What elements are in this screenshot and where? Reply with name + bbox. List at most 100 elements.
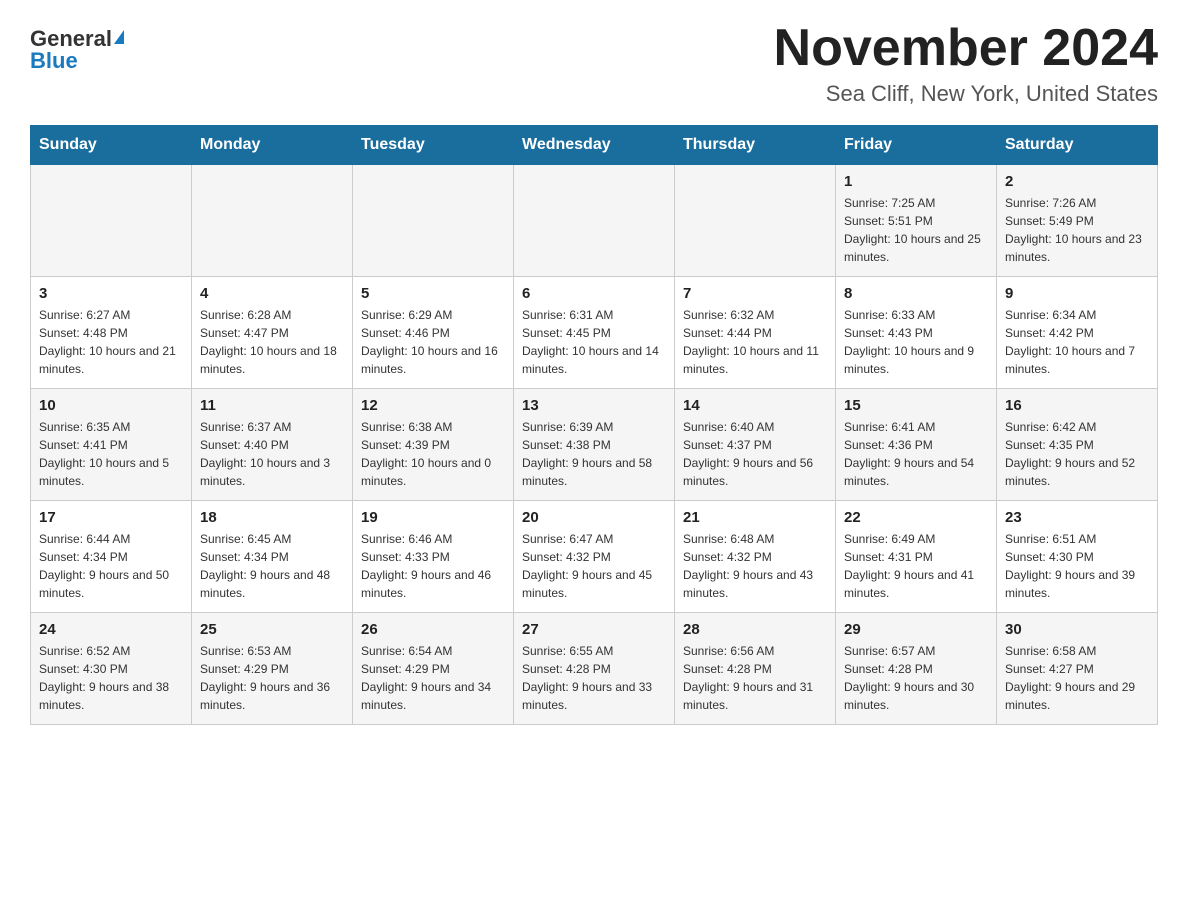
day-info: Sunrise: 6:58 AM Sunset: 4:27 PM Dayligh… xyxy=(1005,642,1149,714)
calendar-cell: 2 Sunrise: 7:26 AM Sunset: 5:49 PM Daylig… xyxy=(997,165,1158,277)
day-number: 12 xyxy=(361,397,505,414)
day-number: 18 xyxy=(200,509,344,526)
day-number: 14 xyxy=(683,397,827,414)
day-number: 2 xyxy=(1005,173,1149,190)
calendar-cell: 6 Sunrise: 6:31 AM Sunset: 4:45 PM Daylig… xyxy=(514,277,675,389)
day-number: 5 xyxy=(361,285,505,302)
day-info: Sunrise: 6:47 AM Sunset: 4:32 PM Dayligh… xyxy=(522,530,666,602)
location-text: Sea Cliff, New York, United States xyxy=(774,81,1158,107)
day-number: 19 xyxy=(361,509,505,526)
day-info: Sunrise: 6:48 AM Sunset: 4:32 PM Dayligh… xyxy=(683,530,827,602)
day-info: Sunrise: 6:57 AM Sunset: 4:28 PM Dayligh… xyxy=(844,642,988,714)
day-number: 24 xyxy=(39,621,183,638)
calendar-cell: 9 Sunrise: 6:34 AM Sunset: 4:42 PM Daylig… xyxy=(997,277,1158,389)
calendar-cell: 27 Sunrise: 6:55 AM Sunset: 4:28 PM Dayli… xyxy=(514,613,675,725)
calendar-cell: 3 Sunrise: 6:27 AM Sunset: 4:48 PM Daylig… xyxy=(31,277,192,389)
calendar-cell: 21 Sunrise: 6:48 AM Sunset: 4:32 PM Dayli… xyxy=(675,501,836,613)
calendar-cell: 30 Sunrise: 6:58 AM Sunset: 4:27 PM Dayli… xyxy=(997,613,1158,725)
day-number: 22 xyxy=(844,509,988,526)
day-info: Sunrise: 6:41 AM Sunset: 4:36 PM Dayligh… xyxy=(844,418,988,490)
day-number: 25 xyxy=(200,621,344,638)
day-number: 23 xyxy=(1005,509,1149,526)
calendar-cell: 18 Sunrise: 6:45 AM Sunset: 4:34 PM Dayli… xyxy=(192,501,353,613)
day-number: 26 xyxy=(361,621,505,638)
logo-arrow-icon xyxy=(114,30,124,44)
calendar-cell xyxy=(675,165,836,277)
day-number: 7 xyxy=(683,285,827,302)
calendar-cell: 22 Sunrise: 6:49 AM Sunset: 4:31 PM Dayli… xyxy=(836,501,997,613)
weekday-header-saturday: Saturday xyxy=(997,126,1158,165)
calendar-week-row: 17Sunrise: 6:44 AM Sunset: 4:34 PM Dayli… xyxy=(31,501,1158,613)
weekday-header-monday: Monday xyxy=(192,126,353,165)
logo-blue-text: Blue xyxy=(30,50,78,72)
calendar-cell: 13Sunrise: 6:39 AM Sunset: 4:38 PM Dayli… xyxy=(514,389,675,501)
weekday-header-wednesday: Wednesday xyxy=(514,126,675,165)
day-info: Sunrise: 6:31 AM Sunset: 4:45 PM Dayligh… xyxy=(522,306,666,378)
day-number: 1 xyxy=(844,173,988,190)
day-info: Sunrise: 6:39 AM Sunset: 4:38 PM Dayligh… xyxy=(522,418,666,490)
day-number: 27 xyxy=(522,621,666,638)
day-info: Sunrise: 6:55 AM Sunset: 4:28 PM Dayligh… xyxy=(522,642,666,714)
calendar-cell: 16 Sunrise: 6:42 AM Sunset: 4:35 PM Dayli… xyxy=(997,389,1158,501)
calendar-cell: 8Sunrise: 6:33 AM Sunset: 4:43 PM Daylig… xyxy=(836,277,997,389)
calendar-cell: 17Sunrise: 6:44 AM Sunset: 4:34 PM Dayli… xyxy=(31,501,192,613)
calendar-cell: 1 Sunrise: 7:25 AM Sunset: 5:51 PM Daylig… xyxy=(836,165,997,277)
day-number: 16 xyxy=(1005,397,1149,414)
weekday-header-tuesday: Tuesday xyxy=(353,126,514,165)
weekday-header-sunday: Sunday xyxy=(31,126,192,165)
day-number: 21 xyxy=(683,509,827,526)
calendar-week-row: 1 Sunrise: 7:25 AM Sunset: 5:51 PM Daylig… xyxy=(31,165,1158,277)
calendar-cell: 19 Sunrise: 6:46 AM Sunset: 4:33 PM Dayli… xyxy=(353,501,514,613)
day-info: Sunrise: 6:46 AM Sunset: 4:33 PM Dayligh… xyxy=(361,530,505,602)
calendar-cell: 7 Sunrise: 6:32 AM Sunset: 4:44 PM Daylig… xyxy=(675,277,836,389)
calendar-cell xyxy=(31,165,192,277)
day-info: Sunrise: 6:37 AM Sunset: 4:40 PM Dayligh… xyxy=(200,418,344,490)
day-info: Sunrise: 6:56 AM Sunset: 4:28 PM Dayligh… xyxy=(683,642,827,714)
calendar-cell: 25Sunrise: 6:53 AM Sunset: 4:29 PM Dayli… xyxy=(192,613,353,725)
calendar-week-row: 24 Sunrise: 6:52 AM Sunset: 4:30 PM Dayli… xyxy=(31,613,1158,725)
calendar-cell: 11 Sunrise: 6:37 AM Sunset: 4:40 PM Dayli… xyxy=(192,389,353,501)
day-number: 9 xyxy=(1005,285,1149,302)
day-info: Sunrise: 6:52 AM Sunset: 4:30 PM Dayligh… xyxy=(39,642,183,714)
day-info: Sunrise: 7:26 AM Sunset: 5:49 PM Dayligh… xyxy=(1005,194,1149,266)
day-number: 6 xyxy=(522,285,666,302)
calendar-cell: 12Sunrise: 6:38 AM Sunset: 4:39 PM Dayli… xyxy=(353,389,514,501)
day-number: 11 xyxy=(200,397,344,414)
day-number: 20 xyxy=(522,509,666,526)
day-number: 30 xyxy=(1005,621,1149,638)
weekday-header-thursday: Thursday xyxy=(675,126,836,165)
day-number: 15 xyxy=(844,397,988,414)
day-info: Sunrise: 6:42 AM Sunset: 4:35 PM Dayligh… xyxy=(1005,418,1149,490)
calendar-cell xyxy=(514,165,675,277)
calendar-cell: 28 Sunrise: 6:56 AM Sunset: 4:28 PM Dayli… xyxy=(675,613,836,725)
calendar-week-row: 3 Sunrise: 6:27 AM Sunset: 4:48 PM Daylig… xyxy=(31,277,1158,389)
day-info: Sunrise: 6:40 AM Sunset: 4:37 PM Dayligh… xyxy=(683,418,827,490)
day-number: 8 xyxy=(844,285,988,302)
month-title: November 2024 xyxy=(774,20,1158,77)
day-info: Sunrise: 7:25 AM Sunset: 5:51 PM Dayligh… xyxy=(844,194,988,266)
day-number: 3 xyxy=(39,285,183,302)
title-area: November 2024 Sea Cliff, New York, Unite… xyxy=(774,20,1158,107)
logo: General Blue xyxy=(30,28,124,72)
day-info: Sunrise: 6:35 AM Sunset: 4:41 PM Dayligh… xyxy=(39,418,183,490)
day-number: 29 xyxy=(844,621,988,638)
day-number: 28 xyxy=(683,621,827,638)
day-info: Sunrise: 6:45 AM Sunset: 4:34 PM Dayligh… xyxy=(200,530,344,602)
calendar-cell: 29 Sunrise: 6:57 AM Sunset: 4:28 PM Dayli… xyxy=(836,613,997,725)
day-info: Sunrise: 6:28 AM Sunset: 4:47 PM Dayligh… xyxy=(200,306,344,378)
calendar-cell: 15 Sunrise: 6:41 AM Sunset: 4:36 PM Dayli… xyxy=(836,389,997,501)
day-info: Sunrise: 6:49 AM Sunset: 4:31 PM Dayligh… xyxy=(844,530,988,602)
day-info: Sunrise: 6:27 AM Sunset: 4:48 PM Dayligh… xyxy=(39,306,183,378)
day-info: Sunrise: 6:34 AM Sunset: 4:42 PM Dayligh… xyxy=(1005,306,1149,378)
calendar-cell: 23 Sunrise: 6:51 AM Sunset: 4:30 PM Dayli… xyxy=(997,501,1158,613)
calendar-cell: 4Sunrise: 6:28 AM Sunset: 4:47 PM Daylig… xyxy=(192,277,353,389)
calendar-cell: 20 Sunrise: 6:47 AM Sunset: 4:32 PM Dayli… xyxy=(514,501,675,613)
day-info: Sunrise: 6:51 AM Sunset: 4:30 PM Dayligh… xyxy=(1005,530,1149,602)
calendar-cell: 24 Sunrise: 6:52 AM Sunset: 4:30 PM Dayli… xyxy=(31,613,192,725)
logo-general-text: General xyxy=(30,28,112,50)
day-number: 17 xyxy=(39,509,183,526)
day-info: Sunrise: 6:32 AM Sunset: 4:44 PM Dayligh… xyxy=(683,306,827,378)
calendar-week-row: 10Sunrise: 6:35 AM Sunset: 4:41 PM Dayli… xyxy=(31,389,1158,501)
calendar-cell xyxy=(192,165,353,277)
calendar-table: SundayMondayTuesdayWednesdayThursdayFrid… xyxy=(30,125,1158,725)
